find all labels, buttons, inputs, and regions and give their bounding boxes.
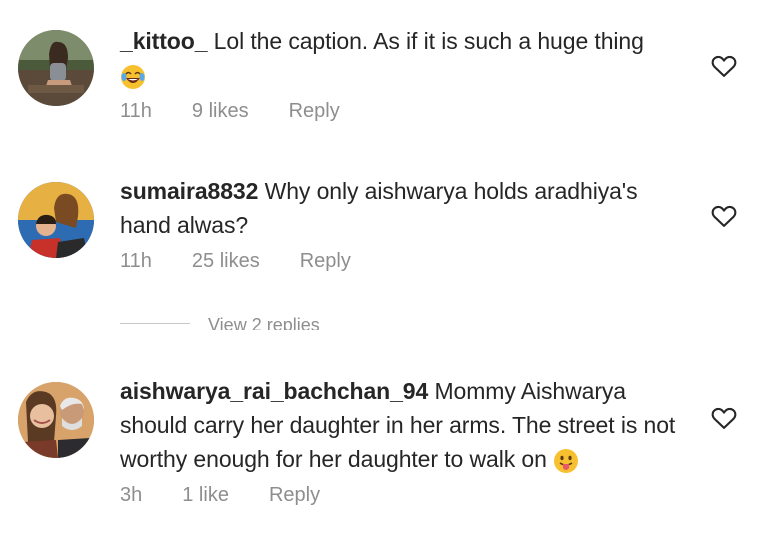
avatar[interactable]: [18, 382, 94, 458]
comment-text: sumaira8832 Why only aishwarya holds ara…: [120, 174, 680, 242]
view-replies[interactable]: View 2 replies: [120, 314, 420, 330]
face-with-tongue-emoji: [553, 448, 579, 474]
comment-text: _kittoo_ Lol the caption. As if it is su…: [120, 24, 680, 92]
reply-button[interactable]: Reply: [289, 100, 340, 123]
view-replies-divider: [120, 323, 190, 324]
heart-outline-icon[interactable]: [710, 404, 738, 432]
comment-username[interactable]: sumaira8832: [120, 178, 258, 204]
view-replies-label[interactable]: View 2 replies: [208, 314, 320, 330]
comment-timestamp: 3h: [120, 484, 143, 506]
heart-outline-icon[interactable]: [710, 52, 738, 80]
face-with-tears-of-joy-emoji: [120, 64, 146, 90]
comment-likes[interactable]: 1 like: [182, 484, 229, 507]
comment-text: aishwarya_rai_bachchan_94 Mommy Aishwary…: [120, 374, 680, 476]
avatar[interactable]: [18, 182, 94, 258]
comment-timestamp: 11h: [120, 100, 152, 122]
comment-meta: 11h 25 likes Reply: [120, 250, 351, 273]
avatar[interactable]: [18, 30, 94, 106]
heart-outline-icon[interactable]: [710, 202, 738, 230]
comment-timestamp: 11h: [120, 250, 152, 272]
comment-username[interactable]: _kittoo_: [120, 28, 207, 54]
comment-meta: 3h 1 like Reply: [120, 484, 320, 507]
reply-button[interactable]: Reply: [269, 484, 320, 507]
comment-body: Lol the caption. As if it is such a huge…: [207, 28, 644, 54]
comment-meta: 11h 9 likes Reply: [120, 100, 340, 123]
comment-username[interactable]: aishwarya_rai_bachchan_94: [120, 378, 428, 404]
comment-likes[interactable]: 9 likes: [192, 100, 249, 123]
reply-button[interactable]: Reply: [300, 250, 351, 273]
comment-likes[interactable]: 25 likes: [192, 250, 260, 273]
